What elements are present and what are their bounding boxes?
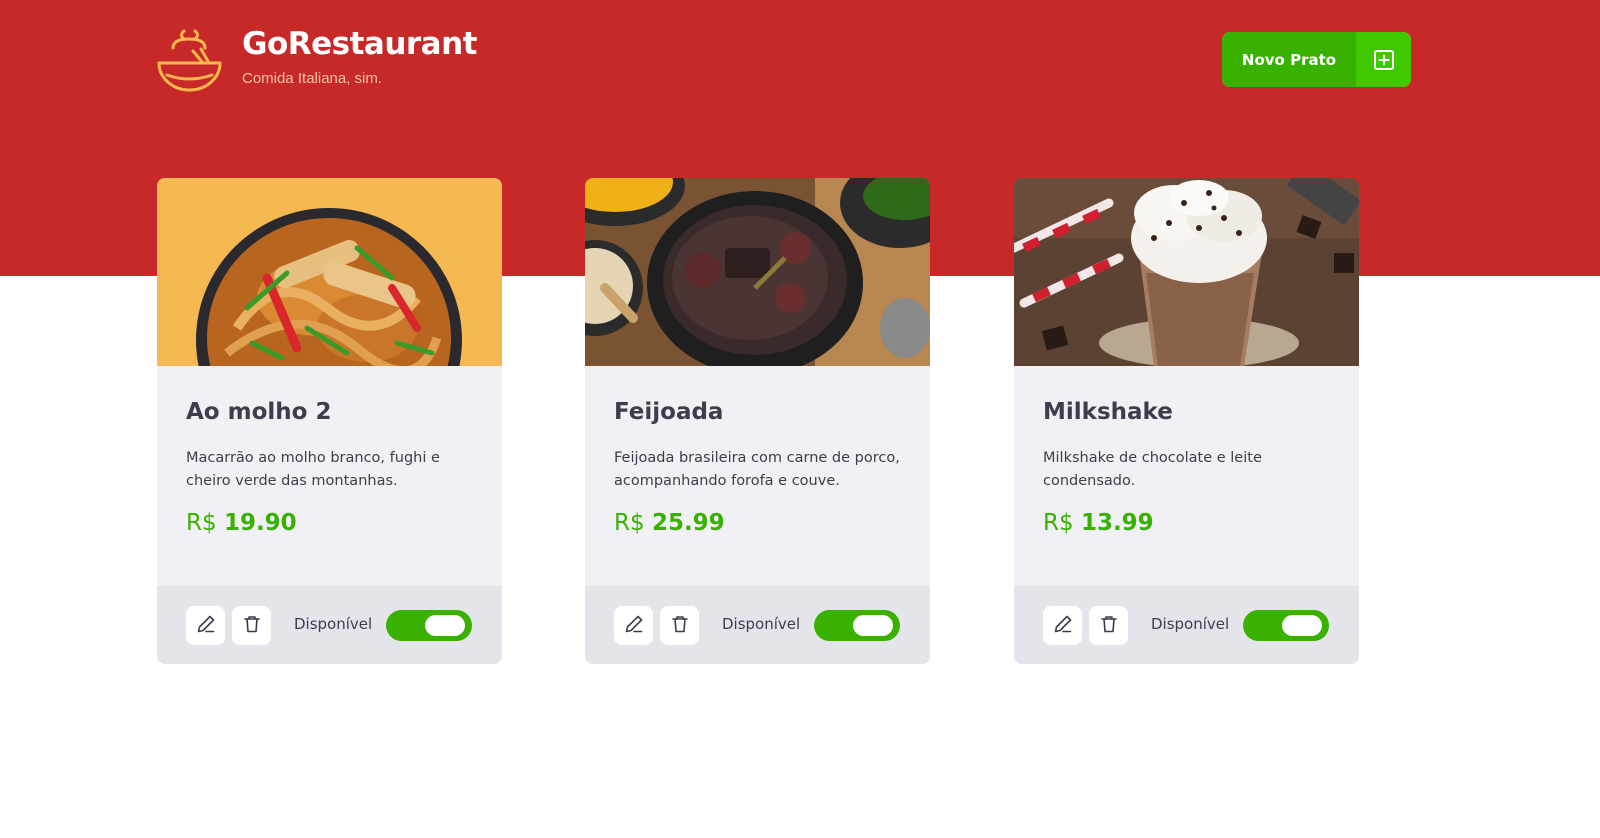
toggle-knob xyxy=(853,615,893,636)
dish-footer: Disponível xyxy=(585,586,930,664)
dish-image xyxy=(585,178,930,366)
dish-name: Feijoada xyxy=(614,399,724,425)
price-value: 19.90 xyxy=(223,510,297,536)
dish-image xyxy=(1014,178,1359,366)
dish-details: Milkshake Milkshake de chocolate e leite… xyxy=(1014,366,1359,586)
dish-name: Ao molho 2 xyxy=(186,399,332,425)
dish-footer: Disponível xyxy=(1014,586,1359,664)
dish-details: Ao molho 2 Macarrão ao molho branco, fug… xyxy=(157,366,502,586)
price-value: 13.99 xyxy=(1080,510,1154,536)
availability-toggle[interactable] xyxy=(814,610,900,641)
dish-details: Feijoada Feijoada brasileira com carne d… xyxy=(585,366,930,586)
pencil-icon xyxy=(196,614,216,637)
availability-toggle[interactable] xyxy=(1243,610,1329,641)
brand-subtitle: Comida Italiana, sim. xyxy=(242,70,383,87)
price-value: 25.99 xyxy=(651,510,725,536)
currency: R$ xyxy=(186,510,217,536)
availability-toggle[interactable] xyxy=(386,610,472,641)
new-dish-label: Novo Prato xyxy=(1222,32,1356,87)
pencil-icon xyxy=(1053,614,1073,637)
dish-price: R$ 19.90 xyxy=(186,510,297,536)
delete-button[interactable] xyxy=(660,606,699,645)
dish-description: Milkshake de chocolate e leite condensad… xyxy=(1043,450,1262,489)
dish-footer: Disponível xyxy=(157,586,502,664)
dish-name: Milkshake xyxy=(1043,399,1173,425)
currency: R$ xyxy=(614,510,645,536)
availability-label: Disponível xyxy=(294,615,373,633)
trash-icon xyxy=(1099,614,1119,637)
dish-price: R$ 25.99 xyxy=(614,510,725,536)
dish-card: Milkshake Milkshake de chocolate e leite… xyxy=(1014,178,1359,664)
dish-price: R$ 13.99 xyxy=(1043,510,1154,536)
dish-description: Macarrão ao molho branco, fughi e cheiro… xyxy=(186,450,440,489)
availability-label: Disponível xyxy=(722,615,801,633)
brand-title: GoRestaurant xyxy=(242,26,478,62)
dish-card: Ao molho 2 Macarrão ao molho branco, fug… xyxy=(157,178,502,664)
edit-button[interactable] xyxy=(614,606,653,645)
pencil-icon xyxy=(624,614,644,637)
dish-card: Feijoada Feijoada brasileira com carne d… xyxy=(585,178,930,664)
currency: R$ xyxy=(1043,510,1074,536)
edit-button[interactable] xyxy=(1043,606,1082,645)
new-dish-button[interactable]: Novo Prato xyxy=(1222,32,1411,87)
edit-button[interactable] xyxy=(186,606,225,645)
bowl-icon xyxy=(157,27,223,93)
trash-icon xyxy=(242,614,262,637)
plus-square-icon xyxy=(1356,32,1411,87)
dish-description: Feijoada brasileira com carne de porco, … xyxy=(614,450,900,489)
toggle-knob xyxy=(425,615,465,636)
toggle-knob xyxy=(1282,615,1322,636)
delete-button[interactable] xyxy=(232,606,271,645)
dish-image xyxy=(157,178,502,366)
availability-label: Disponível xyxy=(1151,615,1230,633)
trash-icon xyxy=(670,614,690,637)
delete-button[interactable] xyxy=(1089,606,1128,645)
